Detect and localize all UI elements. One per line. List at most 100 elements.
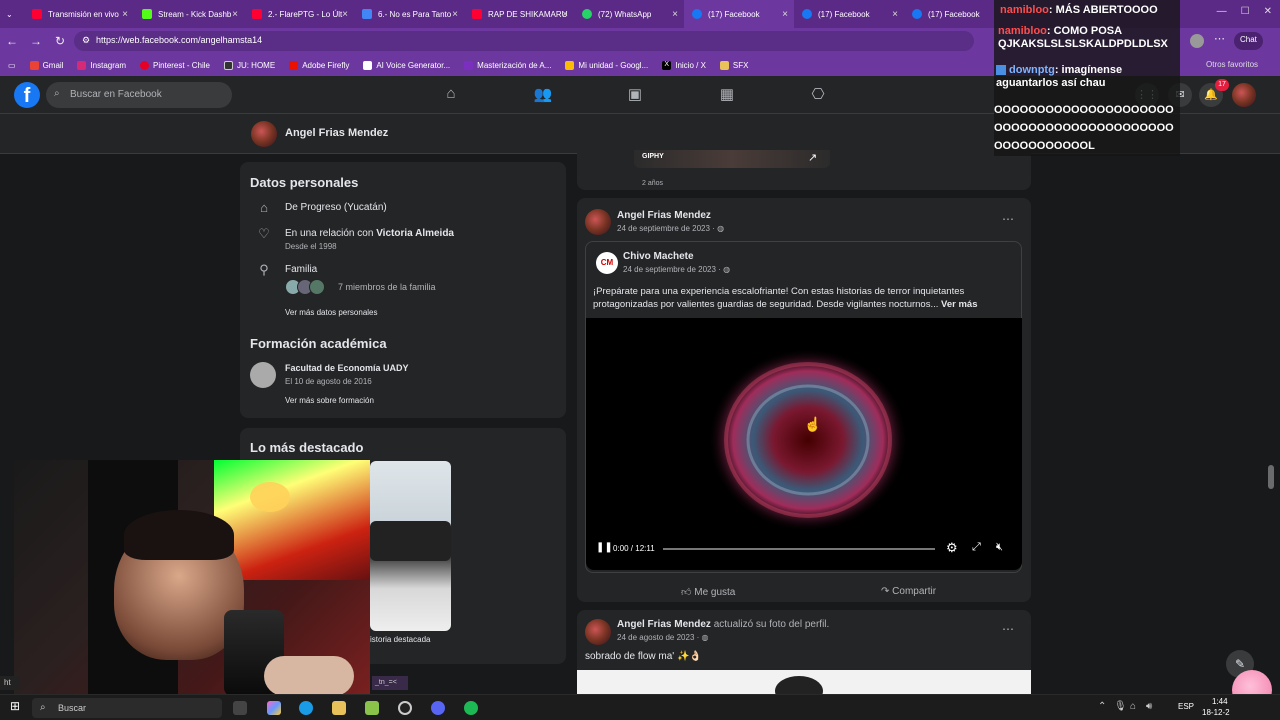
close-tab-icon[interactable]: ×	[452, 9, 458, 20]
browser-tab[interactable]: (17) Facebook ×	[794, 0, 904, 28]
browser-tab[interactable]: Transmisión en vivo ×	[24, 0, 134, 28]
back-icon[interactable]: ←	[0, 34, 24, 48]
see-more-education-link[interactable]: Ver más sobre formación	[285, 396, 374, 405]
marketplace-nav-icon[interactable]: ▦	[717, 85, 737, 105]
close-tab-icon[interactable]: ×	[122, 9, 128, 20]
post-options-icon[interactable]: ⋯	[1002, 212, 1014, 226]
taskbar-search[interactable]: ⌕ Buscar	[32, 698, 222, 718]
close-tab-icon[interactable]: ×	[672, 9, 678, 20]
clock-date[interactable]: 18-12-2	[1202, 708, 1230, 717]
post2-date[interactable]: 24 de agosto de 2023 · ◍	[617, 633, 709, 642]
see-more-link[interactable]: Ver más	[941, 299, 977, 310]
highlight-label[interactable]: istoria destacada	[370, 635, 430, 644]
gaming-nav-icon[interactable]: ⎔	[808, 85, 828, 105]
browser-tab[interactable]: RAP DE SHIKAMARU ×	[464, 0, 574, 28]
see-more-personal-link[interactable]: Ver más datos personales	[285, 308, 378, 317]
bookmark-x[interactable]: X Inicio / X	[662, 60, 706, 70]
previous-post-time[interactable]: 2 años	[642, 180, 663, 187]
store-icon[interactable]	[365, 701, 379, 715]
chat-button[interactable]: Chat	[1234, 32, 1263, 50]
hometown[interactable]: De Progreso (Yucatán)	[285, 202, 387, 213]
highlight-thumbnail[interactable]	[370, 461, 451, 631]
bookmark-drive[interactable]: Mi unidad - Googl...	[565, 60, 648, 70]
browser-tab[interactable]: 6.- No es Para Tanto ×	[354, 0, 464, 28]
gif-thumbnail[interactable]: GIPHY ↗	[634, 150, 830, 168]
bookmark-sfx[interactable]: SFX	[719, 60, 748, 70]
other-favorites[interactable]: Otros favoritos	[1206, 60, 1258, 69]
bookmark-gmail[interactable]: Gmail	[29, 60, 63, 70]
close-tab-icon[interactable]: ×	[562, 9, 568, 20]
microphone-icon[interactable]: 🎙︎	[1114, 701, 1127, 712]
bookmark-instagram[interactable]: Instagram	[77, 60, 126, 70]
family-count[interactable]: 7 miembros de la familia	[338, 282, 436, 292]
account-avatar[interactable]	[1232, 83, 1256, 107]
more-menu-icon[interactable]: ⋯	[1214, 32, 1225, 45]
bookmark-ai-voice[interactable]: AI Voice Generator...	[363, 60, 450, 70]
network-icon[interactable]: ⌂	[1130, 701, 1136, 712]
browser-tab[interactable]: Stream - Kick Dashb ×	[134, 0, 244, 28]
post-date[interactable]: 24 de septiembre de 2023 · ◍	[617, 224, 724, 233]
post-options-icon[interactable]: ⋯	[1002, 622, 1014, 636]
close-tab-icon[interactable]: ×	[342, 9, 348, 20]
mute-icon[interactable]: 🔇︎	[996, 541, 1003, 554]
file-explorer-icon[interactable]	[332, 701, 346, 715]
share-button[interactable]: ↷ Compartir	[881, 586, 936, 597]
post2-author[interactable]: Angel Frias Mendez	[617, 619, 711, 630]
close-tab-icon[interactable]: ×	[232, 9, 238, 20]
tab-list-chevron-icon[interactable]: ⌄	[0, 0, 24, 28]
forward-icon[interactable]: →	[24, 34, 48, 48]
browser-tab[interactable]: 2.- FlarePTG - Lo Últ ×	[244, 0, 354, 28]
relationship-partner[interactable]: Victoria Almeida	[376, 228, 454, 239]
post-author-avatar[interactable]	[585, 619, 611, 645]
site-info-icon[interactable]: ⚙	[82, 35, 90, 46]
video-player[interactable]: ☝ ❚❚ 0:00 / 12:11 ⚙ ⤢ 🔇︎	[586, 318, 1022, 570]
browser-tab-active[interactable]: (17) Facebook ×	[684, 0, 794, 28]
bookmark-menu-icon[interactable]: ▭	[8, 61, 16, 70]
school-name[interactable]: Facultad de Economía UADY	[285, 363, 409, 373]
minimize-icon[interactable]: —	[1217, 6, 1227, 17]
video-progress-track[interactable]	[663, 548, 935, 550]
profile-avatar-icon[interactable]	[1190, 34, 1204, 48]
volume-icon[interactable]: 🔊︎	[1146, 701, 1152, 712]
home-nav-icon[interactable]: ⌂	[441, 85, 461, 105]
tray-chevron-icon[interactable]: ⌃	[1098, 701, 1106, 712]
maximize-icon[interactable]: ☐	[1241, 6, 1250, 17]
discord-icon[interactable]	[431, 701, 445, 715]
reload-icon[interactable]: ↻	[48, 34, 72, 48]
watch-nav-icon[interactable]: ▣	[625, 85, 645, 105]
edge-icon[interactable]	[299, 701, 313, 715]
windows-start-icon[interactable]: ⊞	[10, 699, 20, 713]
obs-icon[interactable]	[398, 701, 412, 715]
facebook-search-input[interactable]: ⌕ Buscar en Facebook	[46, 82, 232, 108]
school-logo[interactable]	[250, 362, 276, 388]
task-view-icon[interactable]	[233, 701, 247, 715]
family-avatars[interactable]	[285, 279, 325, 295]
friends-nav-icon[interactable]: 👥	[533, 85, 553, 105]
browser-tab[interactable]: (72) WhatsApp ×	[574, 0, 684, 28]
share-arrow-icon[interactable]: ↗	[808, 151, 817, 164]
shared-author-logo[interactable]: CM	[596, 252, 618, 274]
close-window-icon[interactable]: ✕	[1264, 6, 1272, 17]
profile-name[interactable]: Angel Frias Mendez	[285, 127, 388, 139]
url-bar[interactable]: ⚙ https://web.facebook.com/angelhamsta14	[74, 31, 974, 51]
close-tab-icon[interactable]: ×	[892, 9, 898, 20]
pause-icon[interactable]: ❚❚	[596, 542, 613, 553]
shared-date[interactable]: 24 de septiembre de 2023 · ◍	[623, 265, 730, 274]
bookmark-masterizacion[interactable]: Masterización de A...	[464, 60, 551, 70]
bookmark-adobe-firefly[interactable]: Adobe Firefly	[289, 60, 349, 70]
clock-time[interactable]: 1:44	[1212, 697, 1228, 706]
post-author[interactable]: Angel Frias Mendez	[617, 210, 711, 221]
bookmark-pinterest[interactable]: Pinterest - Chile	[140, 60, 210, 70]
post-author-avatar[interactable]	[585, 209, 611, 235]
close-tab-icon[interactable]: ×	[782, 9, 788, 20]
shared-author[interactable]: Chivo Machete	[623, 251, 694, 262]
profile-avatar[interactable]	[251, 121, 277, 147]
spotify-icon[interactable]	[464, 701, 478, 715]
copilot-icon[interactable]	[267, 701, 281, 715]
settings-gear-icon[interactable]: ⚙	[946, 540, 958, 556]
facebook-logo-icon[interactable]: f	[14, 82, 40, 108]
scrollbar-thumb[interactable]	[1268, 465, 1274, 489]
like-button[interactable]: 👍︎ Me gusta	[681, 586, 735, 598]
language-indicator[interactable]: ESP	[1178, 702, 1194, 711]
fullscreen-icon[interactable]: ⤢	[972, 541, 981, 554]
